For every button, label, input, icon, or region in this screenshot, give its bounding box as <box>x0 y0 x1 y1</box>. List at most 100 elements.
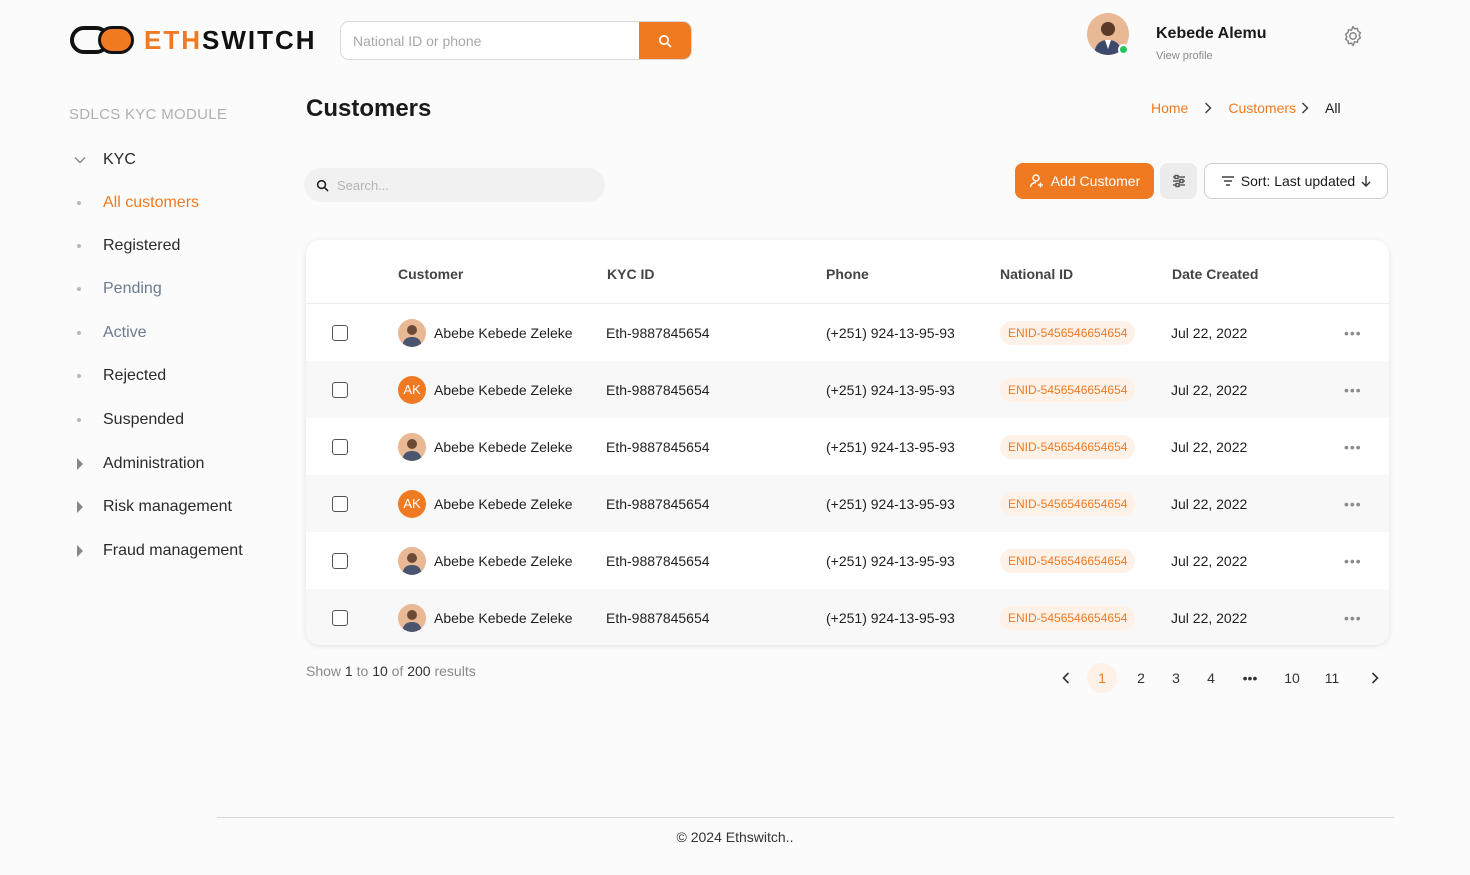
customer-name: Abebe Kebede Zeleke <box>434 495 573 512</box>
national-id-badge: ENID-5456546654654 <box>1000 605 1136 630</box>
sidebar-item-registered[interactable]: Registered <box>72 235 180 257</box>
customer-avatar <box>398 546 426 575</box>
sidebar-item-rejected[interactable]: Rejected <box>72 365 166 387</box>
sidebar-item-suspended[interactable]: Suspended <box>72 409 184 431</box>
sidebar-item-label: Rejected <box>103 367 167 384</box>
pagination-ellipsis: ••• <box>1242 670 1258 686</box>
row-more-icon[interactable]: ••• <box>1344 382 1362 398</box>
add-customer-button[interactable]: Add Customer <box>1015 163 1154 199</box>
breadcrumb-customers[interactable]: Customers <box>1228 100 1296 116</box>
customer-name: Abebe Kebede Zeleke <box>434 381 573 398</box>
breadcrumb-current: All <box>1325 100 1341 116</box>
add-customer-label: Add Customer <box>1050 173 1141 189</box>
sidebar-item-fraud-management[interactable]: Fraud management <box>72 540 243 562</box>
view-profile-link[interactable]: View profile <box>1156 50 1213 62</box>
sidebar-item-risk-management[interactable]: Risk management <box>72 496 232 518</box>
date-created: Jul 22, 2022 <box>1171 495 1248 512</box>
global-search <box>340 21 692 60</box>
chevron-down-icon <box>72 156 88 164</box>
results-summary: Show 1 to 10 of 200 results <box>306 663 476 679</box>
customer-name: Abebe Kebede Zeleke <box>434 552 573 569</box>
column-header-date-created[interactable]: Date Created <box>1172 266 1258 282</box>
sidebar-item-kyc[interactable]: KYC <box>72 149 136 171</box>
column-header-customer[interactable]: Customer <box>398 266 463 282</box>
filter-button[interactable] <box>1160 163 1197 199</box>
user-name[interactable]: Kebede Alemu <box>1156 25 1267 43</box>
kyc-id: Eth-9887845654 <box>606 381 710 398</box>
sidebar-item-administration[interactable]: Administration <box>72 453 204 475</box>
sidebar-item-active[interactable]: Active <box>72 322 147 344</box>
pagination-page-10[interactable]: 10 <box>1279 663 1305 693</box>
customer-cell: AK Abebe Kebede Zeleke <box>398 489 573 518</box>
pagination-page-3[interactable]: 3 <box>1165 663 1187 693</box>
settings-gear-icon[interactable] <box>1341 24 1365 48</box>
column-header-national-id[interactable]: National ID <box>1000 266 1073 282</box>
global-search-button[interactable] <box>639 22 691 59</box>
table-row[interactable]: Abebe Kebede Zeleke Eth-9887845654 (+251… <box>306 418 1389 475</box>
chevron-left-icon <box>1062 672 1070 684</box>
row-checkbox[interactable] <box>332 495 348 512</box>
row-more-icon[interactable]: ••• <box>1344 439 1362 455</box>
sidebar-item-pending[interactable]: Pending <box>72 278 162 300</box>
bullet-icon <box>77 331 81 335</box>
sort-lines-icon <box>1221 176 1234 186</box>
kyc-id: Eth-9887845654 <box>606 438 710 455</box>
customer-search-input[interactable] <box>337 177 587 193</box>
date-created: Jul 22, 2022 <box>1171 381 1248 398</box>
pagination-page-2[interactable]: 2 <box>1130 663 1152 693</box>
online-status-dot <box>1118 44 1129 55</box>
phone: (+251) 924-13-95-93 <box>826 495 955 512</box>
pagination-page-1[interactable]: 1 <box>1087 663 1117 693</box>
table-row[interactable]: Abebe Kebede Zeleke Eth-9887845654 (+251… <box>306 532 1389 589</box>
row-more-icon[interactable]: ••• <box>1344 325 1362 341</box>
table-row[interactable]: Abebe Kebede Zeleke Eth-9887845654 (+251… <box>306 589 1389 645</box>
row-checkbox[interactable] <box>332 552 348 569</box>
pagination-page-4[interactable]: 4 <box>1200 663 1222 693</box>
customer-name: Abebe Kebede Zeleke <box>434 609 573 626</box>
national-id-search-input[interactable] <box>341 22 639 59</box>
row-more-icon[interactable]: ••• <box>1344 553 1362 569</box>
table-row[interactable]: AK Abebe Kebede Zeleke Eth-9887845654 (+… <box>306 361 1389 418</box>
caret-right-icon <box>72 501 88 513</box>
row-checkbox[interactable] <box>332 324 348 341</box>
row-more-icon[interactable]: ••• <box>1344 496 1362 512</box>
sidebar-item-label: Suspended <box>103 411 184 428</box>
national-id-badge: ENID-5456546654654 <box>1000 434 1136 459</box>
date-created: Jul 22, 2022 <box>1171 324 1248 341</box>
pagination-page-11[interactable]: 11 <box>1320 663 1344 693</box>
footer-divider <box>217 817 1394 818</box>
column-header-kyc-id[interactable]: KYC ID <box>607 266 654 282</box>
date-created: Jul 22, 2022 <box>1171 552 1248 569</box>
customer-avatar <box>398 318 426 347</box>
customer-name: Abebe Kebede Zeleke <box>434 324 573 341</box>
table-row[interactable]: Abebe Kebede Zeleke Eth-9887845654 (+251… <box>306 304 1389 361</box>
sort-label: Sort: Last updated <box>1240 173 1356 189</box>
add-user-icon <box>1029 174 1043 188</box>
row-checkbox[interactable] <box>332 438 348 455</box>
row-checkbox[interactable] <box>332 609 348 626</box>
kyc-id: Eth-9887845654 <box>606 552 710 569</box>
customer-cell: AK Abebe Kebede Zeleke <box>398 375 573 404</box>
bullet-icon <box>77 418 81 422</box>
national-id-badge: ENID-5456546654654 <box>1000 377 1136 402</box>
sidebar-item-all-customers[interactable]: All customers <box>72 192 199 214</box>
sidebar-item-label: Registered <box>103 237 181 254</box>
customer-avatar <box>398 432 426 461</box>
caret-right-icon <box>72 545 88 557</box>
row-more-icon[interactable]: ••• <box>1344 610 1362 626</box>
sort-dropdown[interactable]: Sort: Last updated <box>1204 163 1388 199</box>
column-header-phone[interactable]: Phone <box>826 266 869 282</box>
phone: (+251) 924-13-95-93 <box>826 324 955 341</box>
pagination-next-button[interactable] <box>1363 663 1387 693</box>
chevron-right-icon <box>1204 102 1212 114</box>
table-row[interactable]: AK Abebe Kebede Zeleke Eth-9887845654 (+… <box>306 475 1389 532</box>
logo[interactable]: ETHSWITCH <box>70 24 317 56</box>
module-title: SDLCS KYC MODULE <box>69 106 228 123</box>
pagination-prev-button[interactable] <box>1054 663 1078 693</box>
breadcrumb-home[interactable]: Home <box>1151 100 1188 116</box>
bullet-icon <box>77 244 81 248</box>
row-checkbox[interactable] <box>332 381 348 398</box>
bullet-icon <box>77 287 81 291</box>
customer-avatar: AK <box>398 375 426 404</box>
sidebar-item-label: Pending <box>103 280 162 297</box>
